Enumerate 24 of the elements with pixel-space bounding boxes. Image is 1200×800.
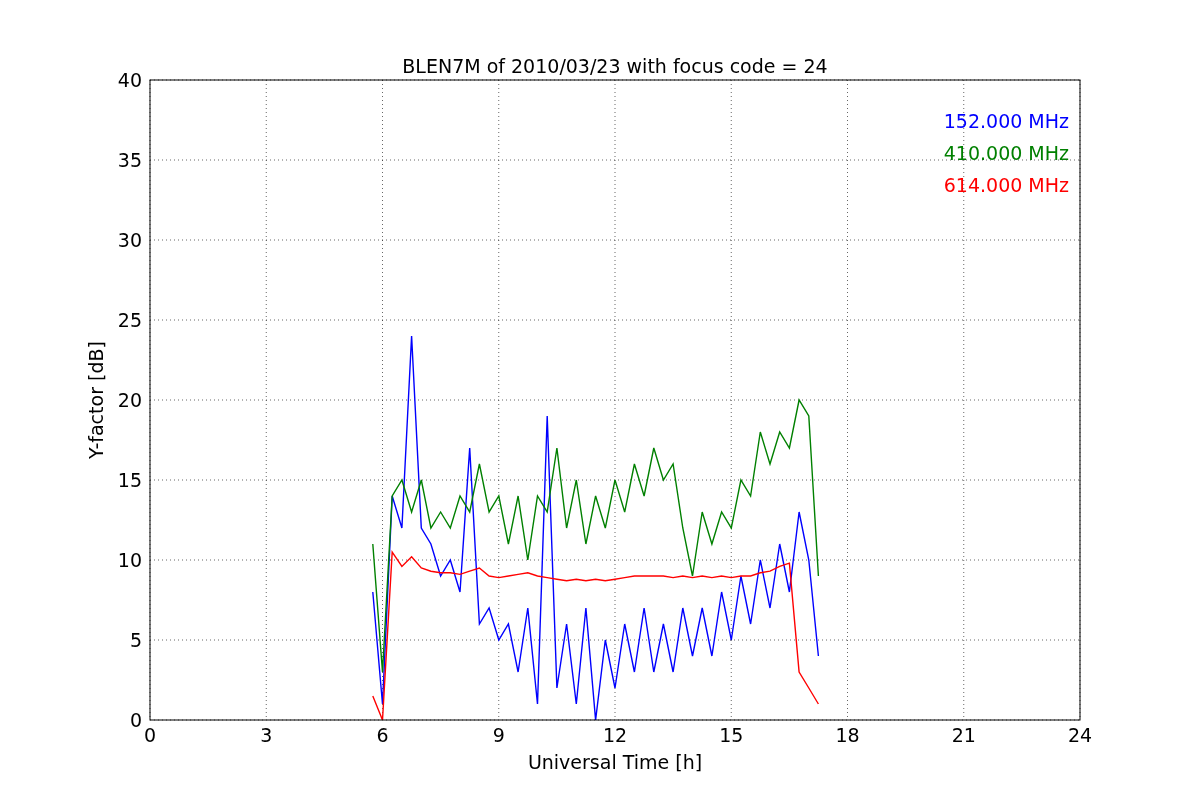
y-axis-label: Y-factor [dB] (85, 341, 107, 459)
y-tick-label: 25 (117, 309, 142, 331)
y-tick-label: 15 (117, 469, 142, 491)
y-tick-label: 35 (117, 149, 142, 171)
x-tick-label: 12 (602, 724, 628, 746)
x-tick-label: 24 (1067, 724, 1093, 746)
x-tick-label: 15 (719, 724, 744, 746)
x-tick-label: 21 (951, 724, 976, 746)
y-tick-label: 0 (129, 709, 142, 731)
x-tick-label: 9 (492, 724, 505, 746)
x-tick-label: 18 (835, 724, 860, 746)
legend-label: 410.000 MHz (943, 142, 1069, 164)
chart-title: BLEN7M of 2010/03/23 with focus code = 24 (402, 55, 828, 77)
y-tick-label: 30 (117, 229, 142, 251)
legend-label: 614.000 MHz (943, 174, 1069, 196)
y-tick-label: 40 (117, 69, 142, 91)
x-tick-label: 0 (143, 724, 157, 746)
legend-label: 152.000 MHz (943, 110, 1069, 132)
y-tick-label: 20 (117, 389, 142, 411)
x-tick-label: 3 (260, 724, 273, 746)
x-tick-label: 6 (376, 724, 389, 746)
y-tick-label: 5 (129, 629, 142, 651)
x-axis-label: Universal Time [h] (527, 751, 703, 773)
y-tick-label: 10 (117, 549, 142, 571)
